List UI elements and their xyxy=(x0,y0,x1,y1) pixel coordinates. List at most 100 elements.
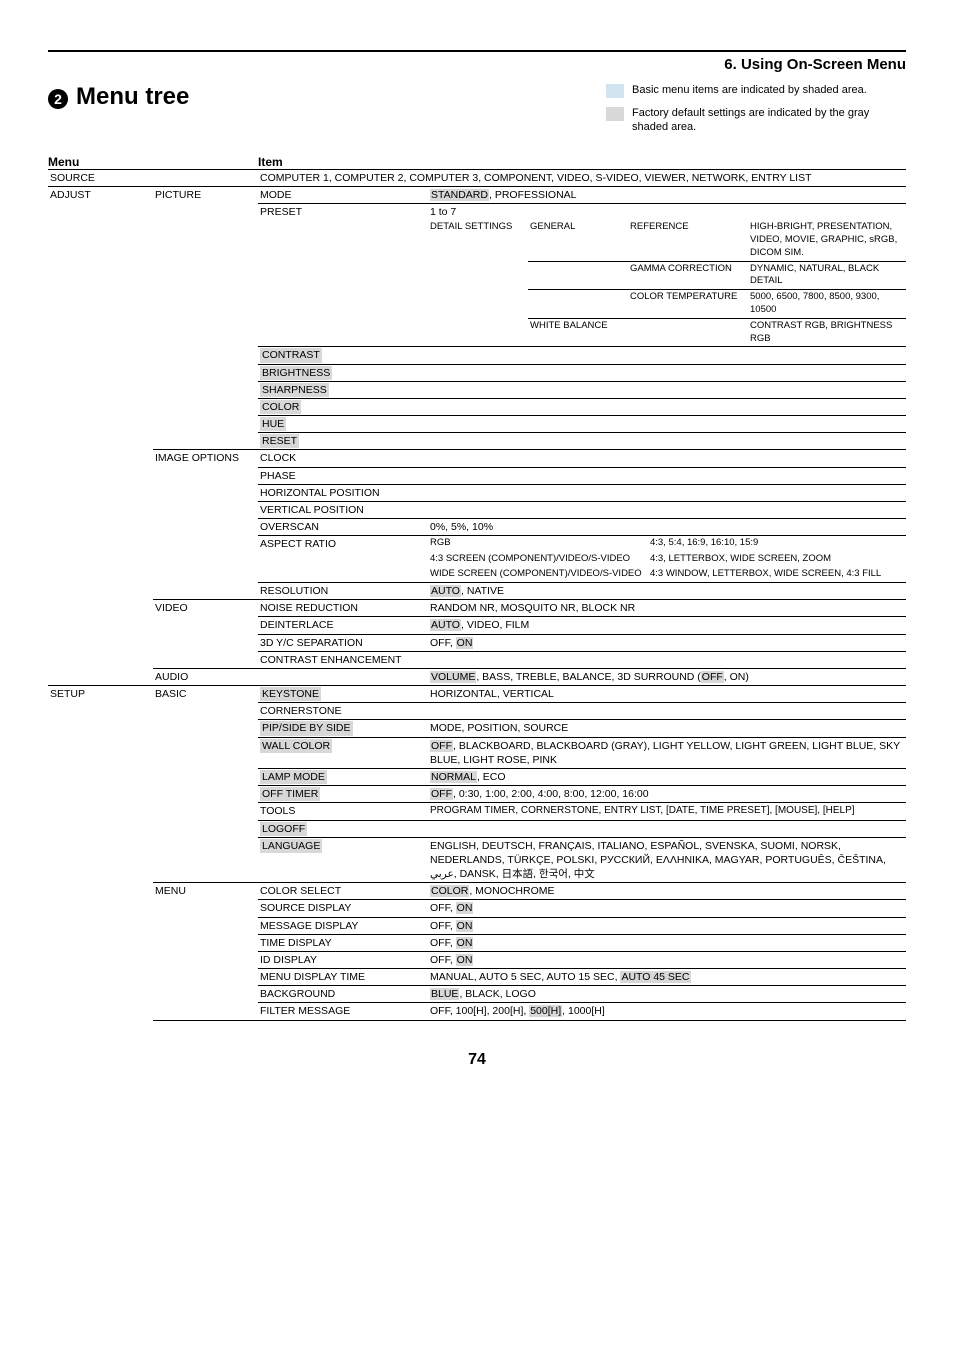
item-yc: 3D Y/C SEPARATION xyxy=(258,635,428,651)
row-image-options: IMAGE OPTIONS CLOCK xyxy=(48,450,906,466)
row-color-temp: COLOR TEMPERATURE 5000, 6500, 7800, 8500… xyxy=(48,290,906,318)
row-wall-color: WALL COLOR OFF, BLACKBOARD, BLACKBOARD (G… xyxy=(48,738,906,768)
item-color-select: COLOR SELECT xyxy=(258,883,428,899)
item-keystone: KEYSTONE xyxy=(260,687,321,701)
row-video-nr: VIDEONOISE REDUCTIONRANDOM NR, MOSQUITO … xyxy=(48,600,906,616)
item-reset: RESET xyxy=(260,434,299,448)
wall-color-values: OFF, BLACKBOARD, BLACKBOARD (GRAY), LIGH… xyxy=(428,738,906,768)
row-setup-keystone: SETUPBASICKEYSTONEHORIZONTAL, VERTICAL xyxy=(48,686,906,702)
row-adjust-picture-mode: ADJUST PICTURE MODE STANDARD, PROFESSION… xyxy=(48,187,906,203)
item-lamp-mode: LAMP MODE xyxy=(260,770,327,784)
gamma-label: GAMMA CORRECTION xyxy=(628,262,748,290)
aspect-43s: 4:3 SCREEN (COMPONENT)/VIDEO/S-VIDEO xyxy=(428,552,648,567)
mdt-values: MANUAL, AUTO 5 SEC, AUTO 15 SEC, AUTO 45… xyxy=(428,969,906,985)
item-time-display: TIME DISPLAY xyxy=(258,935,428,951)
row-time-display: TIME DISPLAYOFF, ON xyxy=(48,935,906,951)
row-tools: TOOLSPROGRAM TIMER, CORNERSTONE, ENTRY L… xyxy=(48,803,906,819)
detail-reference: REFERENCE xyxy=(628,220,748,260)
item-color: COLOR xyxy=(260,400,301,414)
legend-text-2: Factory default settings are indicated b… xyxy=(632,106,906,135)
mode-values: STANDARD, PROFESSIONAL xyxy=(428,187,906,203)
aspect-rgb-val: 4:3, 5:4, 16:9, 16:10, 15:9 xyxy=(648,536,906,552)
detail-settings-label: DETAIL SETTINGS xyxy=(428,220,528,260)
item-language: LANGUAGE xyxy=(260,839,322,853)
item-message-display: MESSAGE DISPLAY xyxy=(258,918,428,934)
color-select-values: COLOR, MONOCHROME xyxy=(428,883,906,899)
color-temp-label: COLOR TEMPERATURE xyxy=(628,290,748,318)
item-hpos: HORIZONTAL POSITION xyxy=(258,485,428,501)
item-sharpness: SHARPNESS xyxy=(260,383,329,397)
row-language: LANGUAGEENGLISH, DEUTSCH, FRANÇAIS, ITAL… xyxy=(48,838,906,883)
sub-audio: AUDIO xyxy=(153,669,258,685)
pip-values: MODE, POSITION, SOURCE xyxy=(428,720,906,736)
white-balance-label: WHITE BALANCE xyxy=(528,319,628,347)
item-brightness: BRIGHTNESS xyxy=(260,366,332,380)
row-cornerstone: CORNERSTONE xyxy=(48,703,906,719)
row-color-select: MENUCOLOR SELECTCOLOR, MONOCHROME xyxy=(48,883,906,899)
yc-values: OFF, ON xyxy=(428,635,906,651)
top-rule xyxy=(48,50,906,52)
menu-source: SOURCE xyxy=(48,170,153,186)
column-headers: Menu Item xyxy=(48,155,906,169)
audio-values: VOLUME, BASS, TREBLE, BALANCE, 3D SURROU… xyxy=(428,669,906,685)
white-balance-values: CONTRAST RGB, BRIGHTNESS RGB xyxy=(748,319,906,347)
row-reset: RESET xyxy=(48,433,906,449)
title-row: 2 Menu tree Basic menu items are indicat… xyxy=(48,83,906,143)
item-wall-color: WALL COLOR xyxy=(260,739,332,753)
menu-setup: SETUP xyxy=(48,686,153,702)
keystone-values: HORIZONTAL, VERTICAL xyxy=(428,686,906,702)
row-hpos: HORIZONTAL POSITION xyxy=(48,485,906,501)
background-values: BLUE, BLACK, LOGO xyxy=(428,986,906,1002)
aspect-43s-val: 4:3, LETTERBOX, WIDE SCREEN, ZOOM xyxy=(648,552,906,567)
row-sharpness: SHARPNESS xyxy=(48,382,906,398)
legend-block: Basic menu items are indicated by shaded… xyxy=(606,83,906,143)
sub-video: VIDEO xyxy=(153,600,258,616)
aspect-rgb: RGB xyxy=(428,536,648,552)
resolution-values: AUTO, NATIVE xyxy=(428,583,906,599)
detail-general: GENERAL xyxy=(528,220,628,260)
item-clock: CLOCK xyxy=(258,450,428,466)
row-logoff: LOGOFF xyxy=(48,821,906,837)
color-temp-values: 5000, 6500, 7800, 8500, 9300, 10500 xyxy=(748,290,906,318)
row-hue: HUE xyxy=(48,416,906,432)
circled-number: 2 xyxy=(48,89,68,109)
row-preset: PRESET 1 to 7 xyxy=(48,204,906,220)
item-resolution: RESOLUTION xyxy=(258,583,428,599)
reference-values: HIGH-BRIGHT, PRESENTATION, VIDEO, MOVIE,… xyxy=(748,220,906,260)
item-deinterlace: DEINTERLACE xyxy=(258,617,428,633)
row-deinterlace: DEINTERLACEAUTO, VIDEO, FILM xyxy=(48,617,906,633)
row-color: COLOR xyxy=(48,399,906,415)
row-aspect: ASPECT RATIORGB4:3, 5:4, 16:9, 16:10, 15… xyxy=(48,536,906,552)
deinterlace-values: AUTO, VIDEO, FILM xyxy=(428,617,906,633)
item-mode: MODE xyxy=(258,187,428,203)
row-phase: PHASE xyxy=(48,468,906,484)
row-audio: AUDIO VOLUME, BASS, TREBLE, BALANCE, 3D S… xyxy=(48,669,906,685)
row-lamp-mode: LAMP MODENORMAL, ECO xyxy=(48,769,906,785)
row-message-display: MESSAGE DISPLAYOFF, ON xyxy=(48,918,906,934)
nr-values: RANDOM NR, MOSQUITO NR, BLOCK NR xyxy=(428,600,906,616)
aspect-ws-val: 4:3 WINDOW, LETTERBOX, WIDE SCREEN, 4:3 … xyxy=(648,567,906,582)
page-number: 74 xyxy=(48,1051,906,1069)
item-logoff: LOGOFF xyxy=(260,822,307,836)
legend-row-1: Basic menu items are indicated by shaded… xyxy=(606,83,906,98)
row-vpos: VERTICAL POSITION xyxy=(48,502,906,518)
row-white-balance: WHITE BALANCE CONTRAST RGB, BRIGHTNESS R… xyxy=(48,319,906,347)
item-hue: HUE xyxy=(260,417,286,431)
item-menu-display-time: MENU DISPLAY TIME xyxy=(258,969,428,985)
off-timer-values: OFF, 0:30, 1:00, 2:00, 4:00, 8:00, 12:00… xyxy=(428,786,906,802)
row-off-timer: OFF TIMEROFF, 0:30, 1:00, 2:00, 4:00, 8:… xyxy=(48,786,906,802)
row-detail-settings: DETAIL SETTINGS GENERAL REFERENCE HIGH-B… xyxy=(48,220,906,260)
aspect-ws: WIDE SCREEN (COMPONENT)/VIDEO/S-VIDEO xyxy=(428,567,648,582)
legend-text-1: Basic menu items are indicated by shaded… xyxy=(632,83,906,97)
legend-row-2: Factory default settings are indicated b… xyxy=(606,106,906,135)
sub-picture: PICTURE xyxy=(153,187,258,203)
item-overscan: OVERSCAN xyxy=(258,519,428,535)
item-contrast-enh: CONTRAST ENHANCEMENT xyxy=(258,652,404,668)
item-vpos: VERTICAL POSITION xyxy=(258,502,428,518)
row-brightness: BRIGHTNESS xyxy=(48,365,906,381)
mode-default: STANDARD xyxy=(430,189,489,201)
overscan-values: 0%, 5%, 10% xyxy=(428,519,906,535)
section-header: 6. Using On-Screen Menu xyxy=(48,56,906,73)
item-background: BACKGROUND xyxy=(258,986,428,1002)
source-display-values: OFF, ON xyxy=(428,900,906,916)
